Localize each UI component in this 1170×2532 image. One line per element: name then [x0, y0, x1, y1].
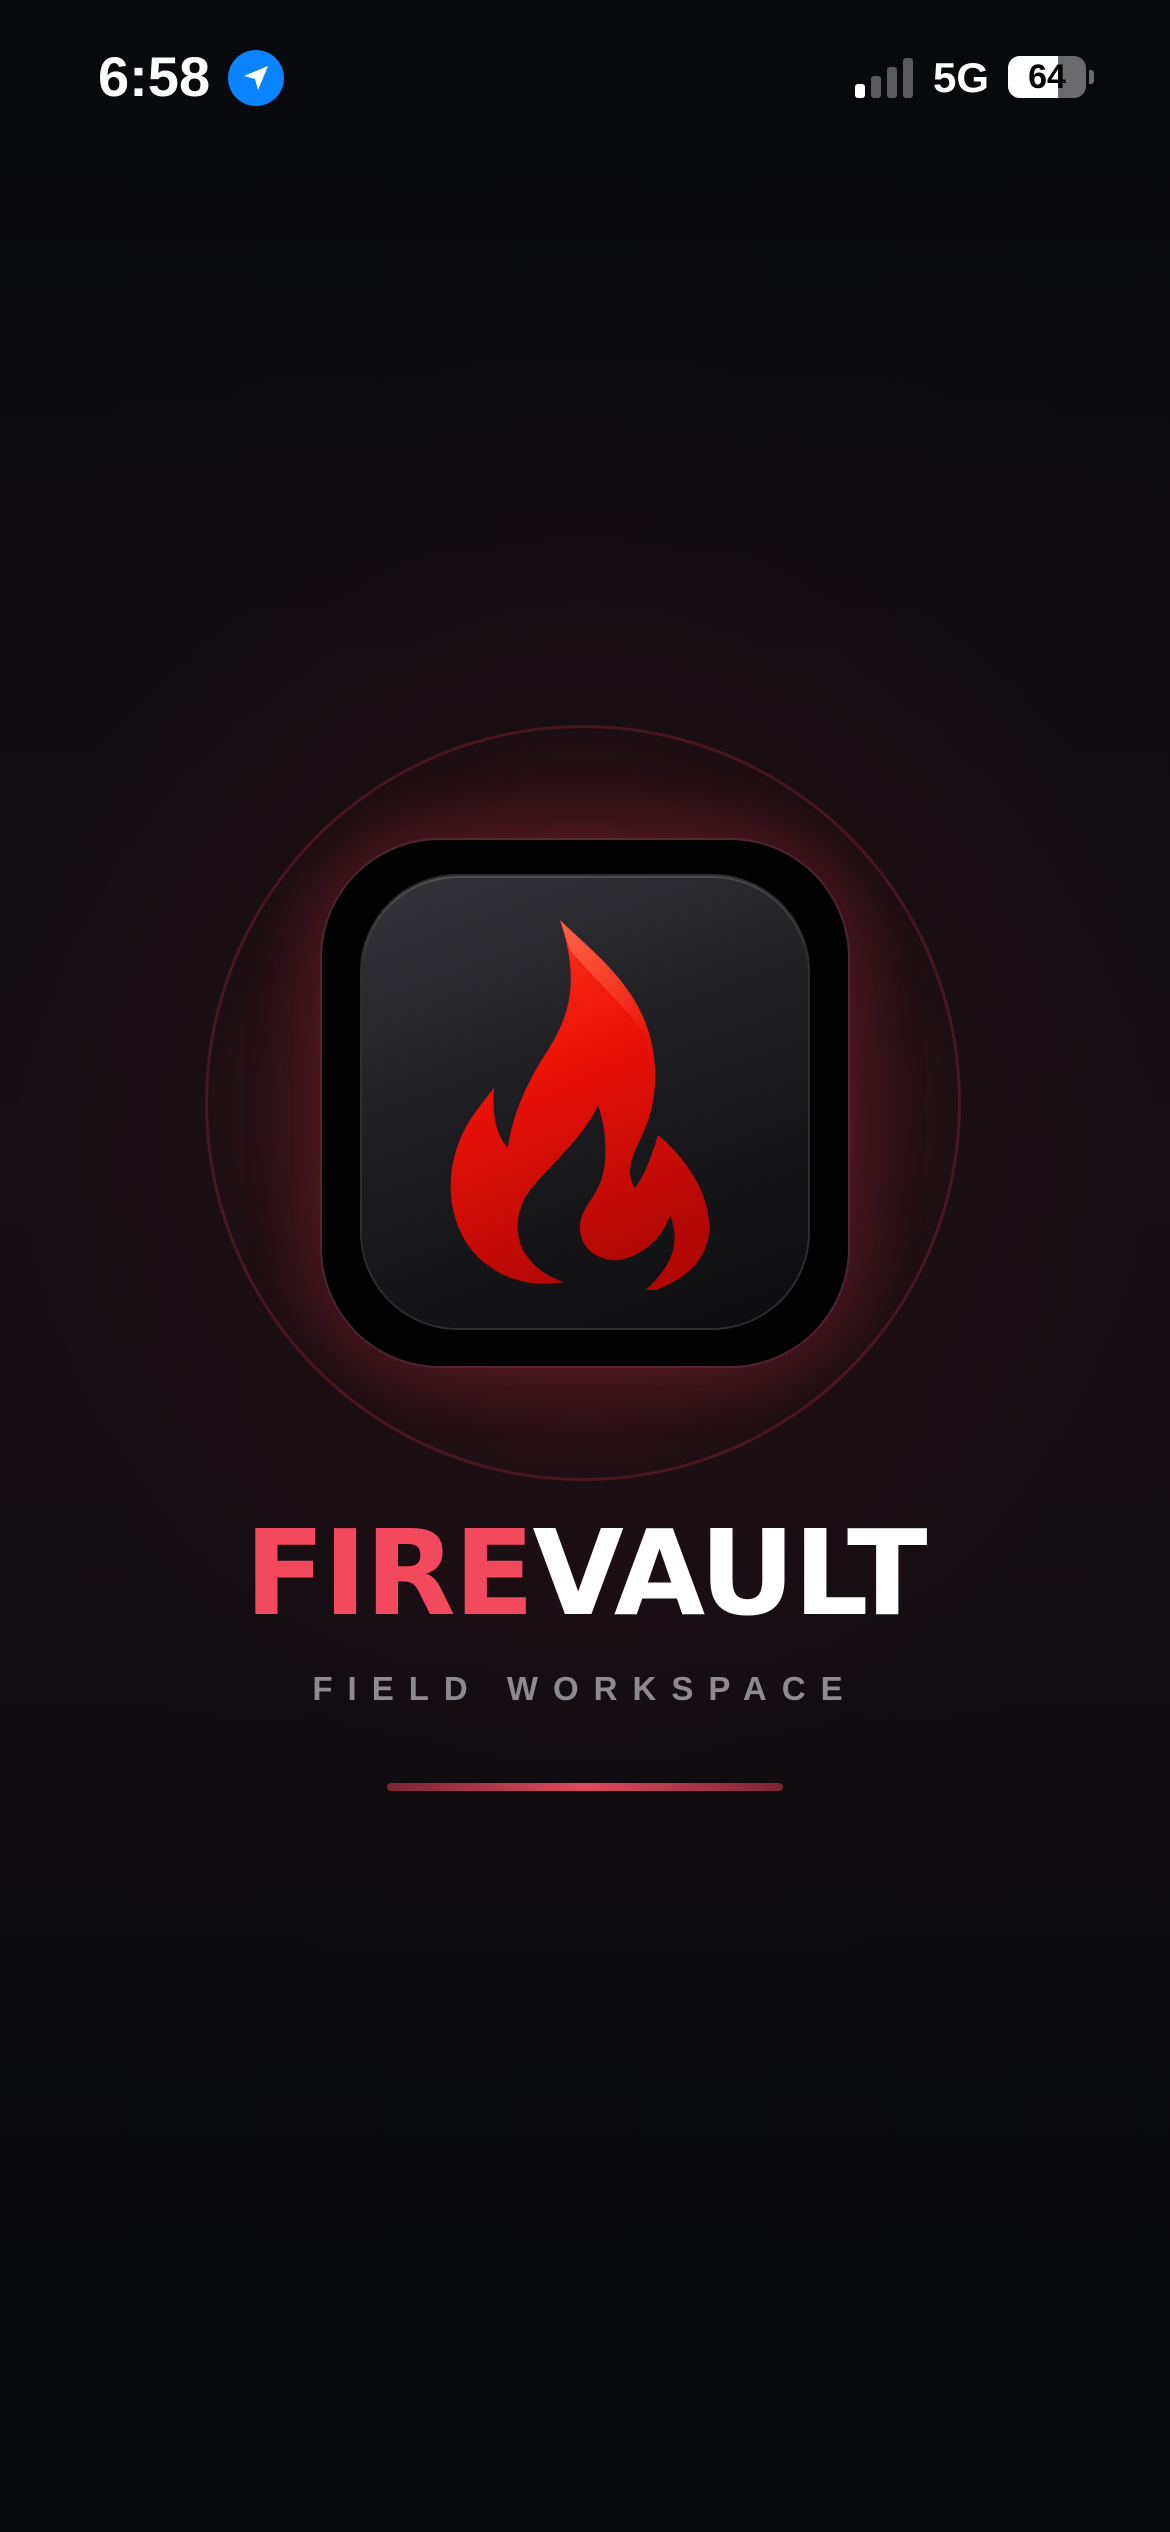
battery-cap — [1089, 70, 1094, 84]
status-bar: 6:58 5G 64 — [0, 0, 1170, 150]
cellular-signal-icon — [855, 56, 915, 98]
battery-icon: 64 — [1008, 56, 1086, 98]
network-type: 5G — [933, 54, 990, 101]
app-title-fire: FIRE — [244, 1504, 535, 1642]
location-arrow-icon — [228, 50, 284, 106]
flame-icon — [450, 920, 710, 1290]
loading-bar — [387, 1783, 783, 1791]
battery-level: 64 — [1028, 58, 1066, 96]
app-title: FIREVAULT — [0, 1508, 1170, 1638]
loading-bar-fill — [387, 1783, 783, 1791]
app-title-vault: VAULT — [532, 1504, 928, 1642]
status-time: 6:58 — [98, 45, 211, 108]
app-subtitle: FIELD WORKSPACE — [312, 1670, 858, 1707]
